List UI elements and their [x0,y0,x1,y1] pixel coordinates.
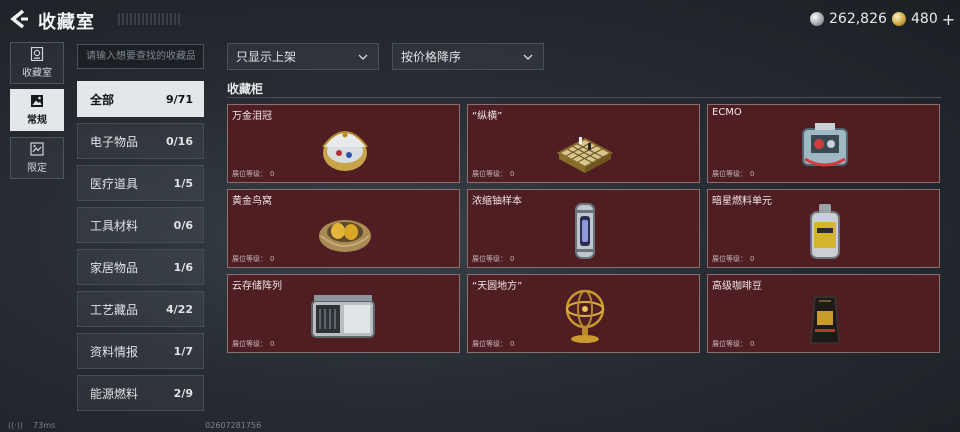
section-divider [227,97,941,98]
image-frame-icon [30,142,44,156]
ecmo-machine-icon [802,123,848,167]
fuel-cell-icon [810,204,840,259]
silver-currency: 262,826 [810,10,887,28]
card-level: 展位等级： 0 [712,340,755,348]
nav-regular[interactable]: 常规 [10,89,64,131]
sort-value: 按价格降序 [401,50,462,64]
category-count: 9/71 [166,92,193,106]
gold-coin-icon [892,12,906,26]
card-level: 展位等级： 0 [472,170,515,178]
nav-label: 收藏室 [22,68,52,79]
card-name: 万金泪冠 [232,111,272,122]
nav-limited[interactable]: 限定 [10,137,64,179]
card-level: 展位等级： 0 [232,255,275,263]
chevron-down-icon [523,54,533,60]
category-count: 1/6 [173,260,193,274]
category-crafts[interactable]: 工艺藏品 4/22 [77,291,204,327]
page-title: 收藏室 [38,12,95,33]
card-level: 展位等级： 0 [712,170,755,178]
gold-currency-value: 480 [911,11,938,27]
category-intel[interactable]: 资料情报 1/7 [77,333,204,369]
armillary-sphere-icon [565,289,605,343]
collectible-card[interactable]: 万金泪冠 展位等级： 0 [227,104,460,183]
category-count: 2/9 [173,386,193,400]
card-level: 展位等级： 0 [472,340,515,348]
gold-currency[interactable]: 480 + [892,10,955,29]
user-id: 02607281756 [205,421,262,430]
card-name: ECMO [712,107,742,118]
category-tools[interactable]: 工具材料 0/6 [77,207,204,243]
storage-array-icon [311,295,375,338]
category-label: 工具材料 [90,218,139,233]
category-label: 工艺藏品 [90,302,139,317]
collectible-card[interactable]: 黄金鸟窝 展位等级： 0 [227,189,460,268]
category-label: 能源燃料 [90,386,139,401]
category-energy[interactable]: 能源燃料 2/9 [77,375,204,411]
search-input[interactable] [77,44,204,69]
card-level: 展位等级： 0 [232,170,275,178]
collectible-card[interactable]: “天圆地方” 展位等级： 0 [467,274,700,353]
collectible-card[interactable]: 浓缩铀样本 展位等级： 0 [467,189,700,268]
display-filter-dropdown[interactable]: 只显示上架 [227,43,379,70]
jeweled-egg-icon [322,131,368,171]
card-name: 云存储阵列 [232,281,282,292]
status-footer: ((·)) 73ms 02607281756 [8,421,261,430]
card-level: 展位等级： 0 [472,255,515,263]
category-label: 电子物品 [90,134,139,149]
display-filter-value: 只显示上架 [236,50,297,64]
category-label: 医疗道具 [90,176,139,191]
category-count: 1/7 [173,344,193,358]
category-count: 0/16 [166,134,193,148]
card-name: 浓缩铀样本 [472,196,522,207]
nav-label: 限定 [27,163,47,174]
ping-value: 73ms [33,421,56,430]
back-arrow-icon[interactable] [8,8,30,30]
nav-label: 常规 [27,115,47,126]
silver-currency-value: 262,826 [829,11,887,27]
wifi-icon: ((·)) [8,421,24,430]
category-electronics[interactable]: 电子物品 0/16 [77,123,204,159]
chessboard-icon [556,137,614,173]
card-level: 展位等级： 0 [232,340,275,348]
category-label: 全部 [90,92,115,107]
uranium-canister-icon [575,203,595,259]
category-all[interactable]: 全部 9/71 [77,81,204,117]
category-count: 1/5 [173,176,193,190]
category-medical[interactable]: 医疗道具 1/5 [77,165,204,201]
sort-dropdown[interactable]: 按价格降序 [392,43,544,70]
card-name: 暗星燃料单元 [712,196,772,207]
title-decoration [118,13,180,25]
silver-coin-icon [810,12,824,26]
collectible-card[interactable]: 高级咖啡豆 展位等级： 0 [707,274,940,353]
vault-icon [30,47,44,61]
nav-collection-room[interactable]: 收藏室 [10,42,64,84]
collectible-card[interactable]: 云存储阵列 展位等级： 0 [227,274,460,353]
chevron-down-icon [358,54,368,60]
collectible-card[interactable]: “纵横” 展位等级： 0 [467,104,700,183]
card-name: “天圆地方” [472,281,523,292]
card-name: “纵横” [472,111,503,122]
category-count: 0/6 [173,218,193,232]
card-name: 高级咖啡豆 [712,281,762,292]
card-level: 展位等级： 0 [712,255,755,263]
golden-nest-icon [319,220,371,252]
section-title: 收藏柜 [227,82,264,96]
picture-icon [31,95,43,107]
category-household[interactable]: 家居物品 1/6 [77,249,204,285]
collectible-card[interactable]: 暗星燃料单元 展位等级： 0 [707,189,940,268]
category-label: 家居物品 [90,260,139,275]
category-count: 4/22 [166,302,193,316]
collectible-card[interactable]: ECMO 展位等级： 0 [707,104,940,183]
coffee-bag-icon [810,296,840,344]
top-bar: 收藏室 262,826 480 + [0,0,960,38]
category-label: 资料情报 [90,344,139,359]
add-currency-button[interactable]: + [942,10,955,29]
card-name: 黄金鸟窝 [232,196,272,207]
